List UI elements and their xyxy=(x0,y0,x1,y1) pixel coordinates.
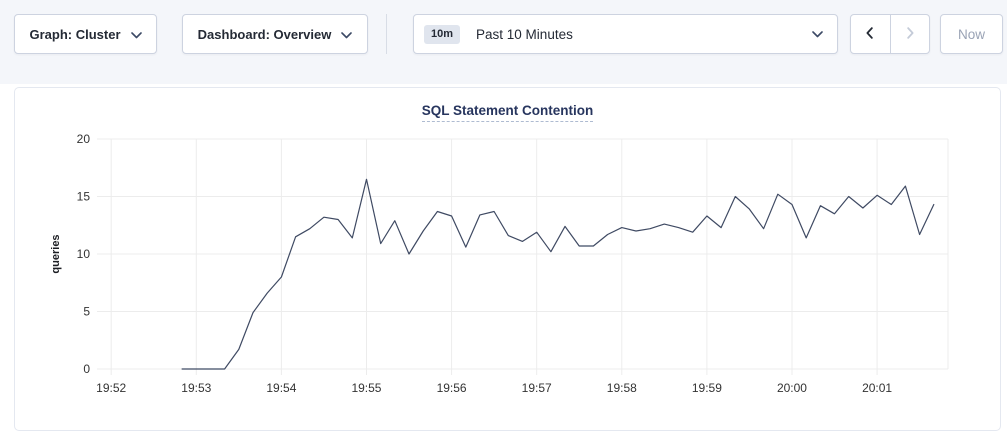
toolbar-divider xyxy=(386,14,387,54)
y-tick-label: 5 xyxy=(83,305,90,319)
chevron-right-icon xyxy=(901,24,919,45)
x-tick-label: 19:53 xyxy=(181,381,211,395)
series-line xyxy=(182,179,934,369)
graph-dropdown[interactable]: Graph: Cluster xyxy=(14,14,157,54)
chevron-down-icon xyxy=(341,27,352,42)
y-tick-label: 0 xyxy=(83,362,90,376)
x-tick-label: 20:00 xyxy=(777,381,807,395)
y-tick-label: 10 xyxy=(77,247,91,261)
graph-dropdown-label: Graph: Cluster xyxy=(29,27,120,42)
y-tick-label: 15 xyxy=(77,190,91,204)
chevron-left-icon xyxy=(861,24,879,45)
chevron-down-icon xyxy=(131,27,142,42)
x-tick-label: 19:54 xyxy=(266,381,296,395)
step-back-button[interactable] xyxy=(851,15,890,53)
toolbar: Graph: Cluster Dashboard: Overview 10m P… xyxy=(0,0,1007,84)
y-axis-title: queries xyxy=(50,234,62,273)
x-tick-label: 19:58 xyxy=(607,381,637,395)
time-range-selector[interactable]: 10m Past 10 Minutes xyxy=(413,14,838,54)
x-tick-label: 20:01 xyxy=(862,381,892,395)
time-step-buttons xyxy=(850,14,930,54)
now-button-label: Now xyxy=(958,27,985,42)
now-button[interactable]: Now xyxy=(940,14,1003,54)
dashboard-dropdown-label: Dashboard: Overview xyxy=(198,27,332,42)
contention-line-chart: 0 5 10 15 20 19:52 19:53 19:54 19:55 19:56 19:57 19… xyxy=(15,88,1000,430)
dashboard-dropdown[interactable]: Dashboard: Overview xyxy=(182,14,368,54)
time-window-badge: 10m xyxy=(424,25,460,44)
chevron-down-icon xyxy=(812,25,823,43)
x-tick-label: 19:56 xyxy=(437,381,467,395)
x-tick-label: 19:57 xyxy=(522,381,552,395)
time-window-label: Past 10 Minutes xyxy=(476,27,812,42)
x-tick-label: 19:55 xyxy=(351,381,381,395)
x-tick-label: 19:59 xyxy=(692,381,722,395)
chart-card: SQL Statement Contention 0510152019:5219… xyxy=(14,87,1001,431)
step-forward-button[interactable] xyxy=(890,15,929,53)
y-tick-label: 20 xyxy=(77,132,91,146)
x-tick-label: 19:52 xyxy=(96,381,126,395)
